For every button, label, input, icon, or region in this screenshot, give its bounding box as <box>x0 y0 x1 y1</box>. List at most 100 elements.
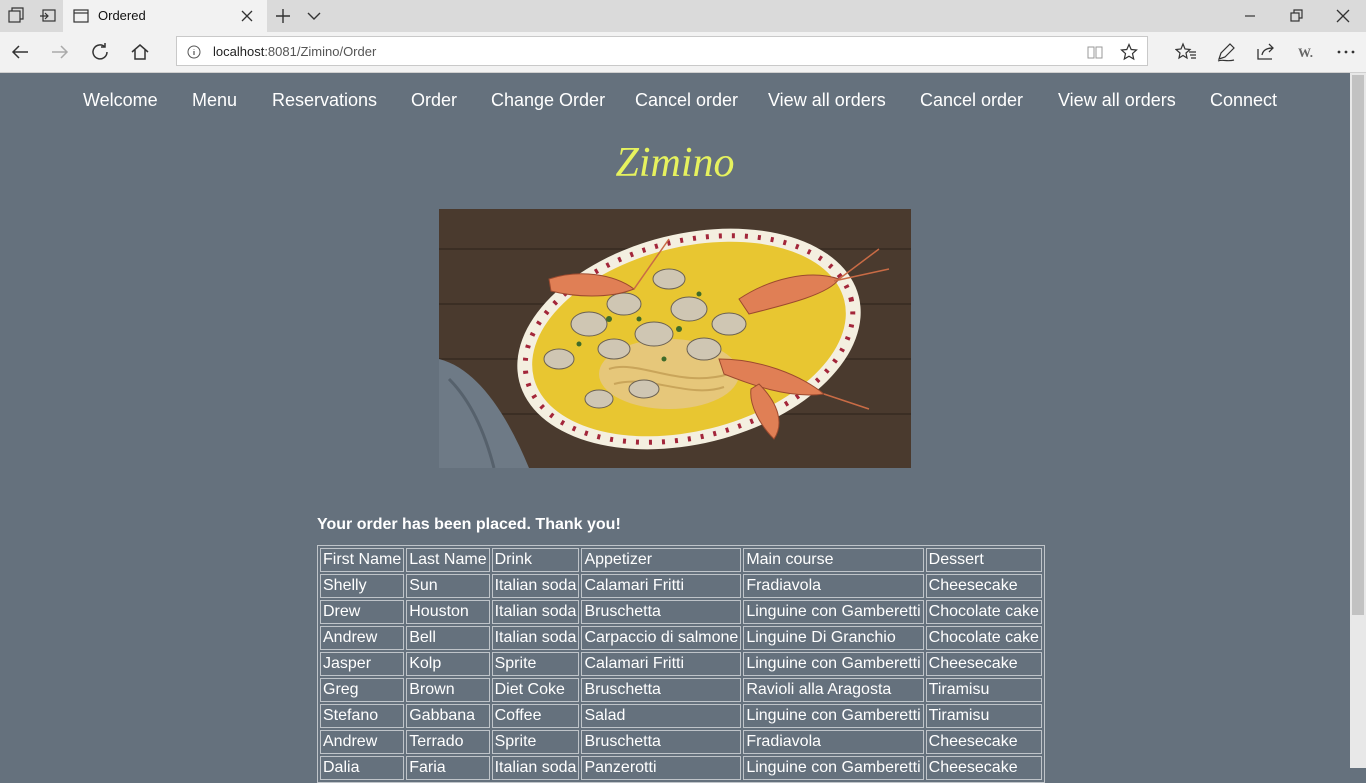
cell: Houston <box>406 600 490 624</box>
nav-view-all-orders[interactable]: View all orders <box>768 90 886 111</box>
cell: Bruschetta <box>581 678 742 702</box>
cell: Salad <box>581 704 742 728</box>
col-appetizer: Appetizer <box>581 548 742 572</box>
set-tabs-aside-icon[interactable] <box>38 6 58 26</box>
cell: Cheesecake <box>925 756 1042 780</box>
cell: Chocolate cake <box>925 600 1042 624</box>
table-row: Drew Houston Italian soda Bruschetta Lin… <box>320 600 1042 624</box>
address-bar-row: localhost:8081/Zimino/Order W. <box>0 32 1366 73</box>
cell: Panzerotti <box>581 756 742 780</box>
restaurant-brand-title: Zimino <box>615 140 735 186</box>
tab-manager-icon[interactable] <box>6 6 26 26</box>
favorites-hub-icon[interactable] <box>1175 41 1197 63</box>
reading-view-icon[interactable] <box>1087 44 1103 60</box>
col-first-name: First Name <box>320 548 405 572</box>
more-options-icon[interactable] <box>1335 41 1357 63</box>
home-icon[interactable] <box>129 41 151 63</box>
cell: Andrew <box>320 626 405 650</box>
cell: Terrado <box>406 730 490 754</box>
tab-list-chevron-icon[interactable] <box>304 6 324 26</box>
nav-cancel-order[interactable]: Cancel order <box>635 90 738 111</box>
cell: Bruschetta <box>581 730 742 754</box>
cell: Jasper <box>320 652 405 676</box>
nav-reservations[interactable]: Reservations <box>272 90 377 111</box>
cell: Sun <box>406 574 490 598</box>
col-main-course: Main course <box>743 548 924 572</box>
cell: Andrew <box>320 730 405 754</box>
col-drink: Drink <box>491 548 580 572</box>
cell: Faria <box>406 756 490 780</box>
browser-tab-bar: Ordered <box>0 0 1366 32</box>
table-row: Greg Brown Diet Coke Bruschetta Ravioli … <box>320 678 1042 702</box>
tab-title: Ordered <box>98 8 146 23</box>
minimize-icon[interactable] <box>1240 6 1260 26</box>
table-row: Andrew Terrado Sprite Bruschetta Fradiav… <box>320 730 1042 754</box>
cell: Bell <box>406 626 490 650</box>
nav-connect[interactable]: Connect <box>1210 90 1277 111</box>
cell: Linguine con Gamberetti <box>743 652 924 676</box>
forward-icon[interactable] <box>49 41 71 63</box>
cell: Drew <box>320 600 405 624</box>
nav-welcome[interactable]: Welcome <box>83 90 158 111</box>
cell: Tiramisu <box>925 704 1042 728</box>
cell: Greg <box>320 678 405 702</box>
cell: Tiramisu <box>925 678 1042 702</box>
cell: Stefano <box>320 704 405 728</box>
restore-icon[interactable] <box>1286 6 1306 26</box>
cell: Calamari Fritti <box>581 652 742 676</box>
cell: Chocolate cake <box>925 626 1042 650</box>
cell: Brown <box>406 678 490 702</box>
cell: Ravioli alla Aragosta <box>743 678 924 702</box>
site-nav: Welcome Menu Reservations Order Change O… <box>0 73 1350 125</box>
new-tab-icon[interactable] <box>273 6 293 26</box>
cell: Sprite <box>491 652 580 676</box>
share-icon[interactable] <box>1255 41 1277 63</box>
col-dessert: Dessert <box>925 548 1042 572</box>
svg-text:W.: W. <box>1298 45 1313 60</box>
active-tab[interactable]: Ordered <box>63 0 267 32</box>
cell: Linguine con Gamberetti <box>743 600 924 624</box>
nav-change-order[interactable]: Change Order <box>491 90 605 111</box>
cell: Kolp <box>406 652 490 676</box>
cell: Italian soda <box>491 574 580 598</box>
orders-table: First Name Last Name Drink Appetizer Mai… <box>317 545 1045 783</box>
close-tab-icon[interactable] <box>241 10 253 22</box>
url-host: localhost <box>213 44 265 59</box>
close-window-icon[interactable] <box>1333 6 1353 26</box>
page-icon <box>73 9 89 23</box>
back-icon[interactable] <box>9 41 31 63</box>
cell: Sprite <box>491 730 580 754</box>
nav-cancel-order-2[interactable]: Cancel order <box>920 90 1023 111</box>
table-row: Stefano Gabbana Coffee Salad Linguine co… <box>320 704 1042 728</box>
seafood-dish-illustration <box>439 209 911 468</box>
url-text: localhost:8081/Zimino/Order <box>213 44 376 59</box>
table-row: Dalia Faria Italian soda Panzerotti Ling… <box>320 756 1042 780</box>
nav-view-all-orders-2[interactable]: View all orders <box>1058 90 1176 111</box>
cell: Coffee <box>491 704 580 728</box>
seafood-dish-photo <box>439 209 911 468</box>
web-note-pen-icon[interactable] <box>1215 41 1237 63</box>
favorite-star-icon[interactable] <box>1120 43 1138 61</box>
url-field[interactable]: localhost:8081/Zimino/Order <box>176 36 1148 66</box>
table-row: Shelly Sun Italian soda Calamari Fritti … <box>320 574 1042 598</box>
order-confirmation-message: Your order has been placed. Thank you! <box>317 516 621 533</box>
page-scrollbar[interactable] <box>1350 73 1366 768</box>
cell: Gabbana <box>406 704 490 728</box>
col-last-name: Last Name <box>406 548 490 572</box>
table-row: Andrew Bell Italian soda Carpaccio di sa… <box>320 626 1042 650</box>
nav-order[interactable]: Order <box>411 90 457 111</box>
cell: Cheesecake <box>925 574 1042 598</box>
info-icon[interactable] <box>187 45 201 59</box>
cell: Cheesecake <box>925 730 1042 754</box>
cell: Calamari Fritti <box>581 574 742 598</box>
cell: Linguine Di Granchio <box>743 626 924 650</box>
table-header-row: First Name Last Name Drink Appetizer Mai… <box>320 548 1042 572</box>
cell: Italian soda <box>491 626 580 650</box>
cell: Linguine con Gamberetti <box>743 756 924 780</box>
refresh-icon[interactable] <box>89 41 111 63</box>
cell: Diet Coke <box>491 678 580 702</box>
nav-menu[interactable]: Menu <box>192 90 237 111</box>
extension-w-icon[interactable]: W. <box>1295 41 1317 63</box>
scrollbar-thumb[interactable] <box>1352 75 1364 615</box>
cell: Dalia <box>320 756 405 780</box>
